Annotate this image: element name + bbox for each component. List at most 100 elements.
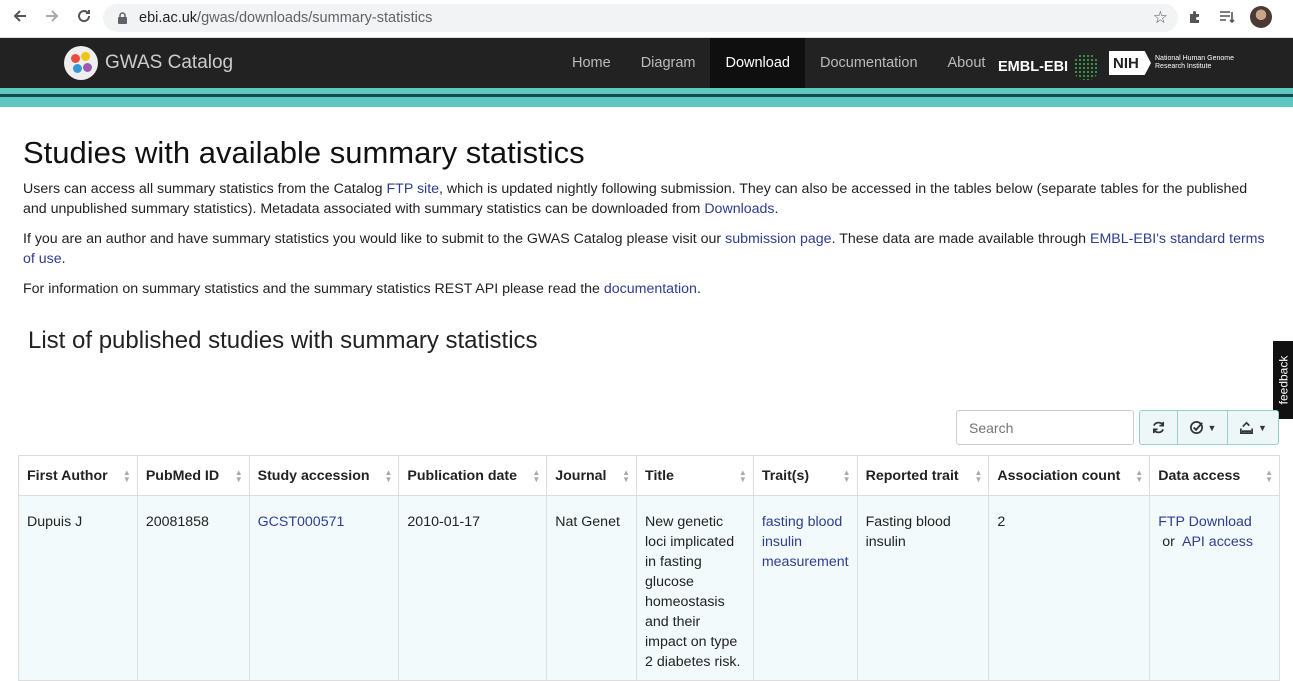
ftp-site-link[interactable]: FTP site [386,181,439,197]
downloads-link[interactable]: Downloads [704,201,774,217]
p1-text-c: . [774,201,779,217]
header-stripe-light [0,97,1293,107]
feedback-label: feedback [1276,355,1291,405]
brand-name: GWAS Catalog [105,52,234,73]
reload-icon[interactable] [68,8,100,29]
nav-documentation[interactable]: Documentation [805,38,933,88]
column-header-label: Trait(s) [761,467,810,484]
column-header-pubmed-id[interactable]: PubMed ID ▲ ▼ [136,455,250,496]
p3-text-a: For information on summary statistics an… [23,281,604,297]
cell-traits: fasting blood insulin measurement [752,495,858,681]
sort-icon: ▲ ▼ [532,468,541,484]
column-header-label: Study accession [257,467,370,484]
cell-data-access: FTP Download or API access [1149,495,1280,681]
column-header-label: Publication date [407,467,517,484]
caret-down-icon: ▼ [1258,422,1267,433]
forward-arrow-icon[interactable] [36,8,68,29]
caret-down-icon: ▼ [1207,422,1217,433]
url-path: /gwas/downloads/summary-statistics [197,10,433,26]
api-access-link[interactable]: API access [1182,534,1253,550]
embl-dots-icon [1074,54,1099,80]
column-header-label: First Author [27,467,108,484]
nav-diagram[interactable]: Diagram [626,38,711,88]
column-header-publication-date[interactable]: Publication date ▲ ▼ [398,455,548,496]
nav-about[interactable]: About [933,38,1001,88]
site-header: GWAS Catalog Home Diagram Download Docum… [0,38,1293,88]
cell-association-count: 2 [988,495,1151,681]
column-header-label: Journal [555,467,607,484]
cell-publication-date: 2010-01-17 [398,495,548,681]
puzzle-icon[interactable] [1186,8,1204,26]
feedback-tab[interactable]: feedback [1273,341,1293,419]
column-header-first-author[interactable]: First Author ▲ ▼ [18,455,138,496]
columns-toggle-button[interactable]: ▼ [1178,411,1228,444]
nav-home[interactable]: Home [557,38,626,88]
column-header-label: PubMed ID [145,467,220,484]
table-button-group: ▼ ▼ [1139,410,1279,445]
main-nav: Home Diagram Download Documentation Abou… [557,38,1000,88]
lock-icon [115,11,129,25]
bookmark-star-icon[interactable]: ☆ [1153,8,1168,28]
address-bar[interactable]: ebi.ac.uk/gwas/downloads/summary-statist… [103,4,1178,32]
sort-icon: ▲ ▼ [234,468,243,484]
table-toolbar: ▼ ▼ [956,410,1279,445]
column-header-reported-trait[interactable]: Reported trait ▲ ▼ [856,455,990,496]
avatar[interactable] [1250,6,1272,28]
brand[interactable]: GWAS Catalog [64,46,233,80]
export-button[interactable]: ▼ [1228,411,1278,444]
sort-icon: ▲ ▼ [122,468,131,484]
p2-text-a: If you are an author and have summary st… [23,231,726,247]
table-search-input[interactable] [956,410,1134,445]
or-text: or [1162,534,1175,550]
cell-pubmed-id: 20081858 [136,495,250,681]
column-header-study-accession[interactable]: Study accession ▲ ▼ [248,455,400,496]
study-accession-link[interactable]: GCST000571 [258,514,345,530]
refresh-icon [1152,421,1165,434]
cell-first-author: Dupuis J [18,495,138,681]
reading-list-icon[interactable] [1218,8,1236,26]
page-title: Studies with available summary statistic… [23,135,585,170]
sort-icon: ▲ ▼ [1265,468,1273,484]
column-header-label: Reported trait [865,467,959,484]
url-host: ebi.ac.uk [139,10,198,26]
back-arrow-icon[interactable] [4,8,36,29]
nih-text: National Human Genome Research Institute [1155,55,1234,70]
column-header-label: Data access [1158,467,1241,484]
extension-area [1186,6,1272,28]
p3-text-c: . [696,281,701,297]
column-header-label: Association count [997,467,1121,484]
embl-ebi-logo[interactable]: EMBL-EBI [998,54,1099,80]
summary-statistics-table: First Author ▲ ▼ PubMed ID ▲ ▼ Study accessi… [18,455,1280,681]
nih-badge: NIH [1109,51,1151,75]
refresh-button[interactable] [1140,411,1178,444]
table-row: Dupuis J 20081858 GCST000571 2010-01-17 … [18,495,1280,681]
export-icon [1240,421,1253,434]
ftp-download-link[interactable]: FTP Download [1158,514,1252,530]
sort-icon: ▲ ▼ [384,468,393,484]
column-header-traits[interactable]: Trait(s) ▲ ▼ [752,455,858,496]
sort-icon: ▲ ▼ [842,468,851,484]
column-header-title[interactable]: Title ▲ ▼ [636,455,754,496]
check-circle-icon [1189,421,1203,434]
documentation-paragraph: For information on summary statistics an… [23,279,1273,299]
cell-reported-trait: Fasting blood insulin [856,495,990,681]
column-header-association-count[interactable]: Association count ▲ ▼ [988,455,1151,496]
nih-logo[interactable]: NIH National Human Genome Research Insti… [1109,51,1241,75]
column-header-journal[interactable]: Journal ▲ ▼ [546,455,638,496]
table-header-row: First Author ▲ ▼ PubMed ID ▲ ▼ Study accessi… [18,455,1280,496]
gwas-logo-icon [64,46,98,80]
intro-paragraph: Users can access all summary statistics … [23,179,1273,219]
trait-link[interactable]: fasting blood insulin measurement [762,514,849,570]
documentation-link[interactable]: documentation [604,281,697,297]
submission-page-link[interactable]: submission page [725,231,831,247]
column-header-label: Title [645,467,674,484]
nav-download[interactable]: Download [710,38,805,88]
sort-icon: ▲ ▼ [974,468,983,484]
cell-study-accession: GCST000571 [248,495,400,681]
sort-icon: ▲ ▼ [622,468,631,484]
sort-icon: ▲ ▼ [1135,468,1144,484]
sort-icon: ▲ ▼ [738,468,747,484]
column-header-data-access[interactable]: Data access ▲ ▼ [1149,455,1280,496]
submission-paragraph: If you are an author and have summary st… [23,229,1273,269]
p2-text-c: . [61,251,66,267]
